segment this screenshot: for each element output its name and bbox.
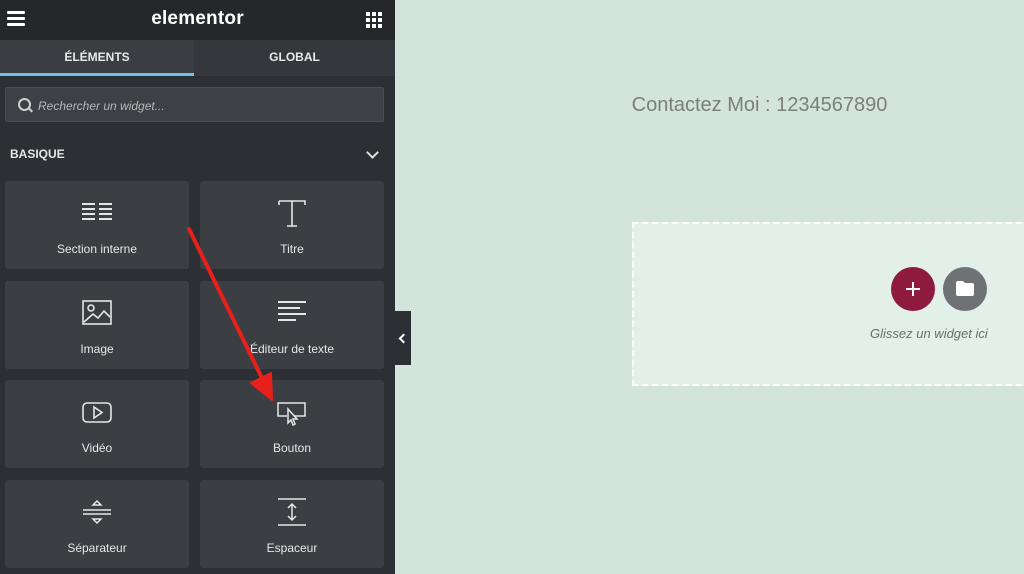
chevron-left-icon: [398, 333, 409, 344]
editor-panel: elementor ÉLÉMENTS GLOBAL BASIQUE Sectio…: [0, 0, 395, 574]
tab-global[interactable]: GLOBAL: [194, 40, 395, 76]
elementor-logo: elementor: [151, 8, 244, 29]
divider-icon: [83, 499, 111, 525]
tab-elements[interactable]: ÉLÉMENTS: [0, 40, 194, 76]
columns-icon: [82, 203, 112, 220]
video-icon: [82, 402, 112, 423]
add-section-button[interactable]: [891, 267, 935, 311]
category-label: BASIQUE: [10, 147, 65, 161]
widget-label: Séparateur: [67, 541, 127, 555]
widget-separateur[interactable]: Séparateur: [5, 480, 189, 568]
folder-icon: [956, 281, 974, 296]
image-icon: [82, 300, 112, 325]
grid-apps-icon[interactable]: [366, 12, 382, 28]
widget-titre[interactable]: Titre: [200, 181, 384, 269]
search-input[interactable]: [36, 88, 380, 123]
widget-label: Titre: [280, 242, 304, 256]
add-template-button[interactable]: [943, 267, 987, 311]
search-box: [5, 87, 384, 123]
panel-tabs: ÉLÉMENTS GLOBAL: [0, 40, 395, 76]
panel-header: elementor: [0, 0, 395, 40]
widget-editeur-de-texte[interactable]: Éditeur de texte: [200, 281, 384, 369]
text-editor-icon: [278, 301, 306, 321]
widget-label: Espaceur: [266, 541, 318, 555]
widget-label: Vidéo: [81, 441, 113, 455]
widget-image[interactable]: Image: [5, 281, 189, 369]
button-icon: [277, 402, 306, 427]
widget-section-interne[interactable]: Section interne: [5, 181, 189, 269]
category-header-basique[interactable]: BASIQUE: [0, 140, 395, 168]
search-icon: [18, 98, 31, 111]
widget-espaceur[interactable]: Espaceur: [200, 480, 384, 568]
contact-heading: Contactez Moi : 1234567890: [631, 94, 888, 116]
panel-collapse-handle[interactable]: [395, 311, 411, 365]
widget-bouton[interactable]: Bouton: [200, 380, 384, 468]
chevron-down-icon: [366, 146, 379, 159]
widget-label: Section interne: [56, 242, 138, 256]
widget-label: Image: [80, 342, 114, 356]
heading-icon: [278, 200, 306, 227]
drop-hint-text: Glissez un widget ici: [870, 326, 988, 341]
spacer-icon: [278, 498, 306, 526]
widget-video[interactable]: Vidéo: [5, 380, 189, 468]
widget-label: Éditeur de texte: [249, 342, 335, 356]
widget-label: Bouton: [272, 441, 312, 455]
